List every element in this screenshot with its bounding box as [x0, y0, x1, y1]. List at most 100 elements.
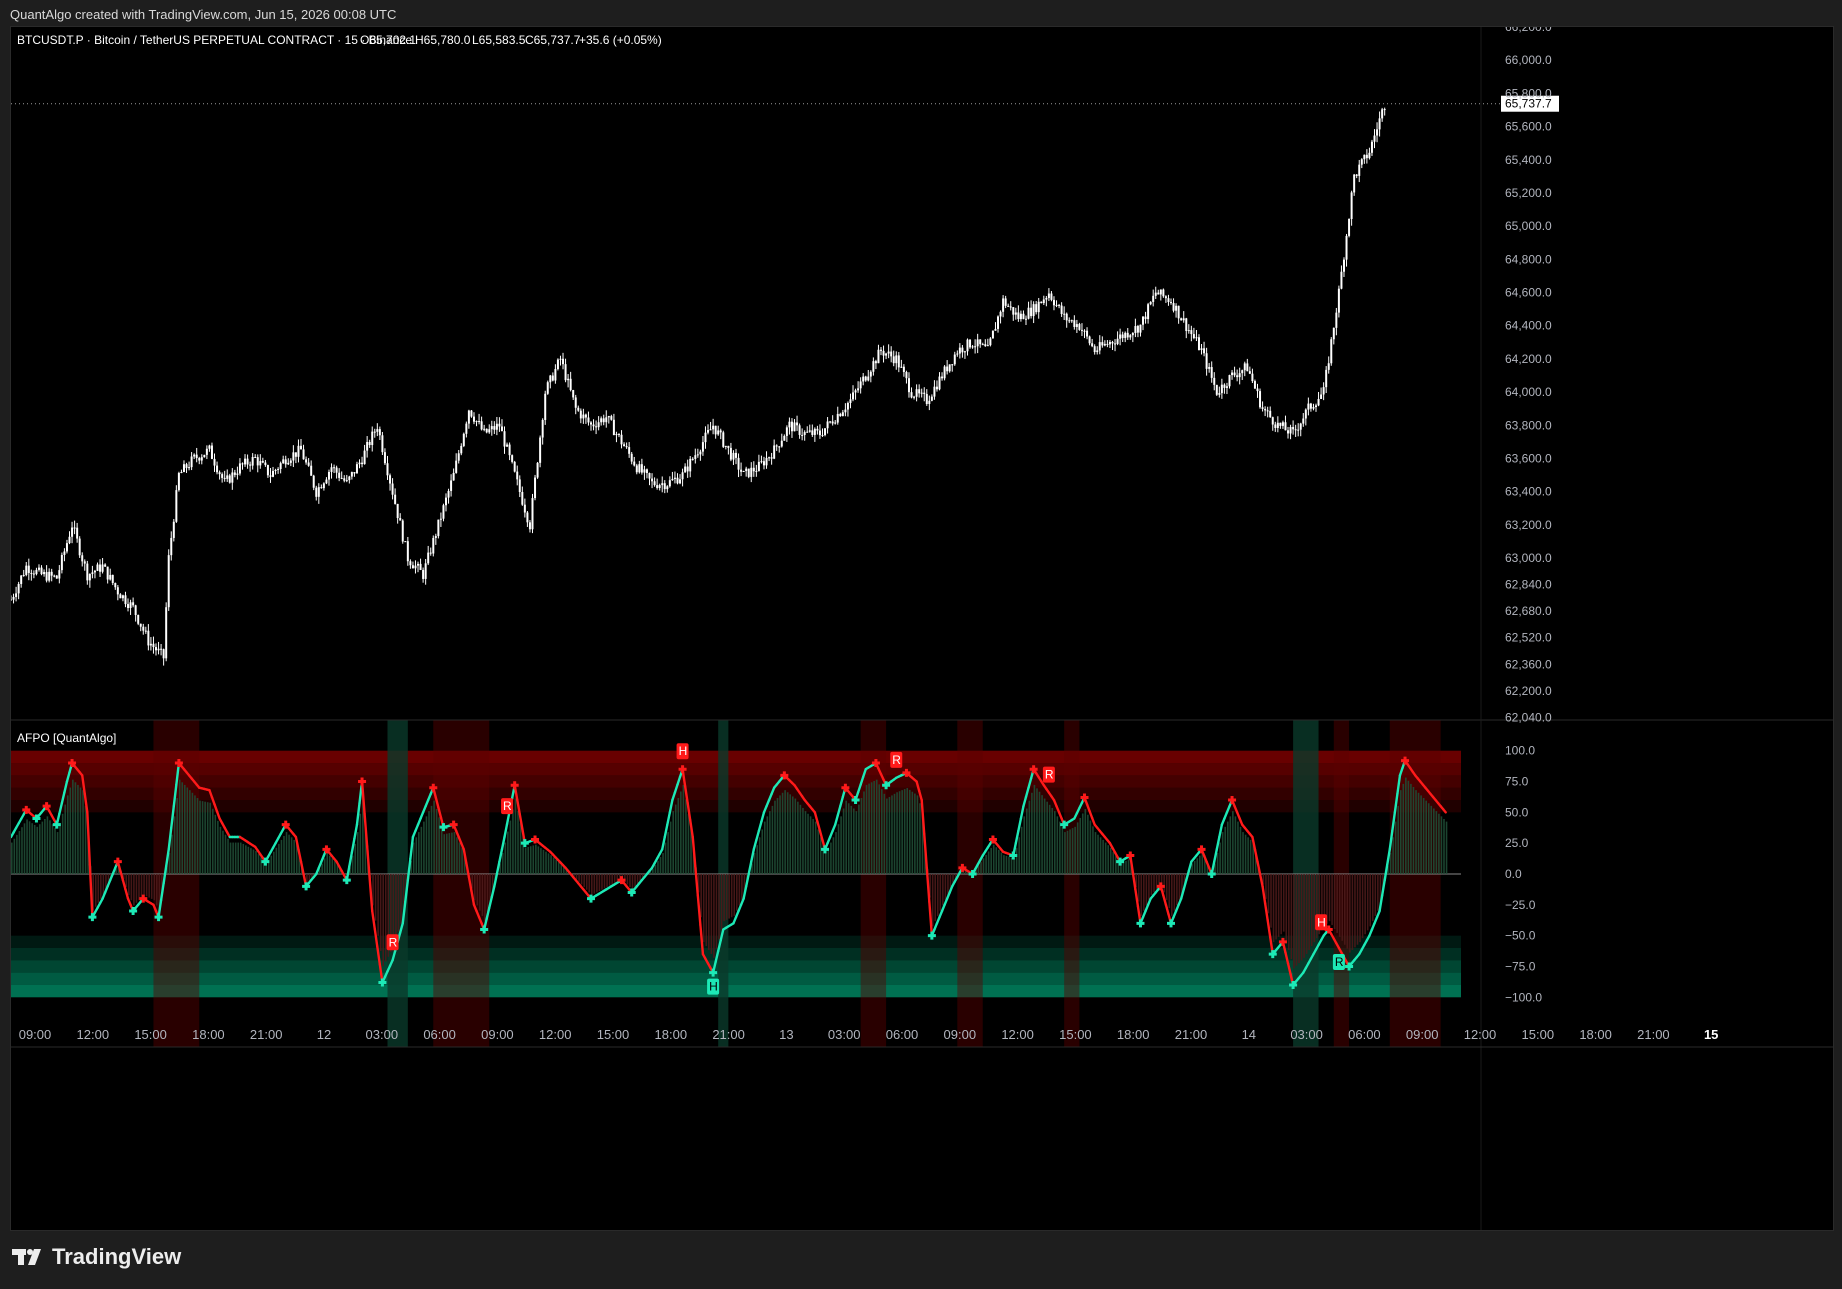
candle-body[interactable] [1040, 301, 1043, 304]
candle-body[interactable] [1080, 329, 1083, 331]
candle-body[interactable] [1358, 164, 1361, 176]
candle-body[interactable] [460, 445, 463, 454]
candle-body[interactable] [1154, 292, 1157, 296]
candle-body[interactable] [1124, 332, 1127, 339]
candle-body[interactable] [638, 464, 641, 473]
candle-body[interactable] [1180, 318, 1183, 321]
candle-body[interactable] [1271, 417, 1274, 425]
candle-body[interactable] [238, 463, 241, 474]
candle-body[interactable] [808, 430, 811, 432]
candle-body[interactable] [986, 345, 989, 347]
candle-body[interactable] [284, 459, 287, 465]
candle-body[interactable] [1035, 304, 1038, 313]
candle-body[interactable] [1142, 316, 1145, 325]
candle-body[interactable] [493, 426, 496, 430]
candle-body[interactable] [844, 409, 847, 413]
candle-body[interactable] [434, 536, 437, 539]
candle-body[interactable] [607, 416, 610, 418]
candle-body[interactable] [1187, 330, 1190, 332]
candle-body[interactable] [1047, 293, 1050, 298]
candle-body[interactable] [544, 393, 547, 420]
candle-body[interactable] [1139, 324, 1142, 333]
candle-body[interactable] [157, 648, 160, 651]
candle-body[interactable] [350, 472, 353, 477]
candle-body[interactable] [391, 483, 394, 495]
candle-body[interactable] [1289, 427, 1292, 434]
candle-body[interactable] [882, 350, 885, 356]
candle-body[interactable] [335, 467, 338, 473]
candle-body[interactable] [409, 561, 412, 566]
candle-body[interactable] [480, 421, 483, 430]
candle-body[interactable] [134, 605, 137, 615]
candle-body[interactable] [297, 445, 300, 457]
candle-body[interactable] [233, 472, 236, 475]
candle-body[interactable] [1159, 289, 1162, 295]
candle-body[interactable] [208, 445, 211, 449]
candle-body[interactable] [523, 504, 526, 513]
candle-body[interactable] [1078, 324, 1081, 330]
candle-body[interactable] [462, 433, 465, 446]
candle-body[interactable] [1009, 306, 1012, 308]
candle-body[interactable] [806, 431, 809, 433]
candle-body[interactable] [513, 461, 516, 472]
candle-body[interactable] [994, 328, 997, 331]
candle-body[interactable] [666, 486, 669, 490]
candle-body[interactable] [1246, 363, 1249, 372]
candle-body[interactable] [338, 472, 341, 478]
candle-body[interactable] [1088, 336, 1091, 344]
candle-body[interactable] [78, 538, 81, 556]
candle-body[interactable] [696, 454, 699, 456]
candle-body[interactable] [205, 448, 208, 455]
candle-body[interactable] [1320, 394, 1323, 399]
candle-body[interactable] [854, 390, 857, 393]
candle-body[interactable] [574, 397, 577, 408]
candle-body[interactable] [846, 402, 849, 410]
candle-body[interactable] [1192, 334, 1195, 339]
candle-body[interactable] [1027, 307, 1030, 319]
candle-body[interactable] [951, 364, 954, 366]
candle-body[interactable] [788, 421, 791, 428]
candle-body[interactable] [648, 473, 651, 479]
candle-body[interactable] [287, 462, 290, 465]
candle-body[interactable] [859, 381, 862, 389]
candle-body[interactable] [368, 441, 371, 446]
candle-body[interactable] [836, 413, 839, 423]
candle-body[interactable] [1172, 303, 1175, 311]
candle-body[interactable] [841, 412, 844, 417]
candle-body[interactable] [152, 643, 155, 648]
candle-body[interactable] [12, 596, 15, 600]
candle-body[interactable] [1093, 346, 1096, 353]
candle-body[interactable] [997, 316, 1000, 329]
candle-body[interactable] [813, 428, 816, 435]
candle-body[interactable] [1002, 298, 1005, 312]
candle-body[interactable] [503, 431, 506, 447]
candle-body[interactable] [142, 626, 145, 631]
candle-body[interactable] [999, 311, 1002, 317]
candle-body[interactable] [485, 428, 488, 433]
candle-body[interactable] [534, 477, 537, 499]
candle-body[interactable] [1304, 409, 1307, 419]
candle-body[interactable] [457, 453, 460, 461]
candle-body[interactable] [885, 353, 888, 356]
candle-body[interactable] [1200, 348, 1203, 351]
candle-body[interactable] [330, 467, 333, 472]
candle-body[interactable] [182, 464, 185, 472]
candle-body[interactable] [790, 421, 793, 432]
candle-body[interactable] [45, 572, 48, 581]
candle-body[interactable] [185, 464, 188, 469]
candle-body[interactable] [340, 477, 343, 479]
candle-body[interactable] [32, 573, 35, 575]
candle-body[interactable] [615, 433, 618, 436]
candle-body[interactable] [147, 630, 150, 646]
candle-body[interactable] [1045, 297, 1048, 300]
candle-body[interactable] [691, 458, 694, 460]
candle-body[interactable] [755, 470, 758, 472]
candle-body[interactable] [747, 468, 750, 477]
candle-body[interactable] [556, 359, 559, 370]
candle-body[interactable] [1238, 373, 1241, 378]
candle-body[interactable] [1218, 393, 1221, 395]
candle-body[interactable] [1197, 337, 1200, 351]
candle-body[interactable] [541, 419, 544, 438]
candle-body[interactable] [918, 389, 921, 394]
candle-body[interactable] [826, 421, 829, 429]
